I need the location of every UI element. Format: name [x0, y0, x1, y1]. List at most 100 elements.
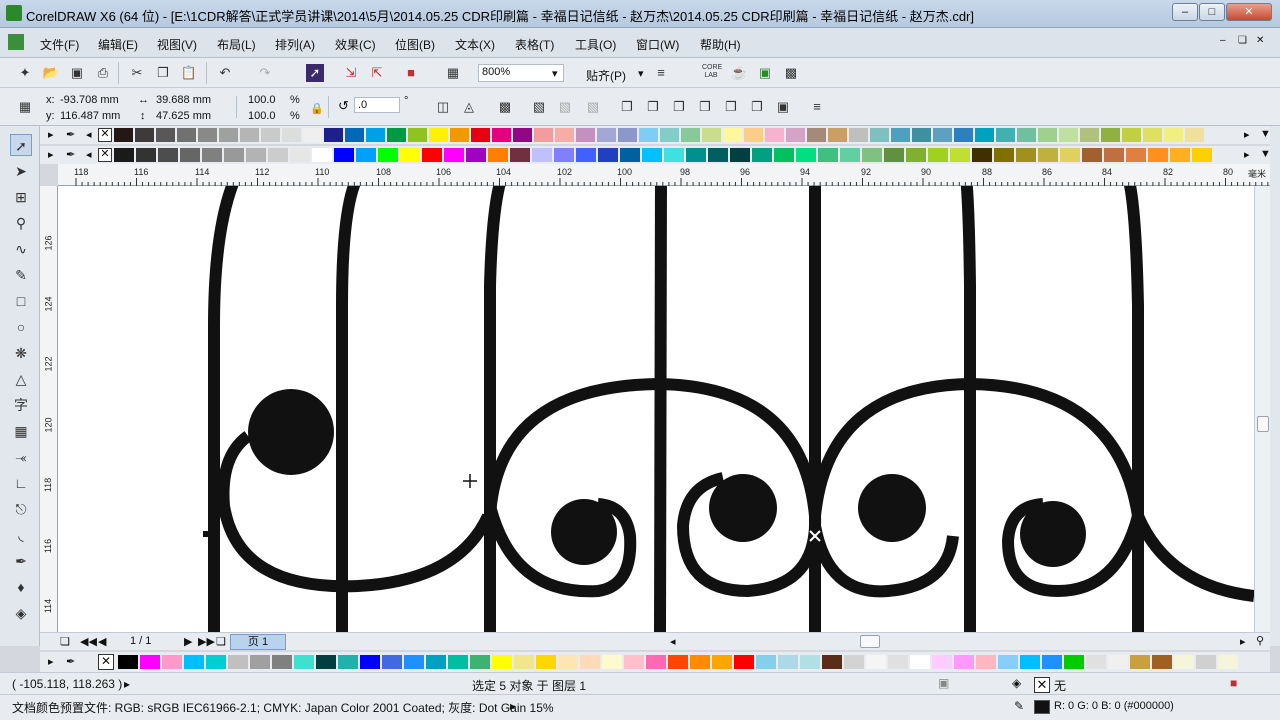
- connector-tool-icon[interactable]: ∟: [10, 472, 32, 494]
- color-swatch[interactable]: [639, 128, 659, 142]
- prev-page-icon[interactable]: ◀: [98, 635, 106, 648]
- color-swatch[interactable]: [387, 128, 407, 142]
- smart-fill-icon[interactable]: ✎: [10, 264, 32, 286]
- menu-text[interactable]: 文本(X): [455, 36, 495, 53]
- cut-icon[interactable]: ✂: [128, 64, 146, 82]
- color-swatch[interactable]: [219, 128, 239, 142]
- user-icon[interactable]: ■: [1230, 676, 1237, 690]
- menu-layout[interactable]: 布局(L): [217, 36, 256, 53]
- color-swatch[interactable]: [206, 655, 227, 669]
- color-swatch[interactable]: [114, 128, 134, 142]
- color-swatch[interactable]: [268, 148, 289, 162]
- color-swatch[interactable]: [1038, 148, 1059, 162]
- color-swatch[interactable]: [1080, 128, 1100, 142]
- color-swatch[interactable]: [1101, 128, 1121, 142]
- color-swatch[interactable]: [534, 128, 554, 142]
- color-swatch[interactable]: [620, 148, 641, 162]
- menu-window[interactable]: 窗口(W): [636, 36, 679, 53]
- color-swatch[interactable]: [1059, 128, 1079, 142]
- color-swatch[interactable]: [426, 655, 447, 669]
- color-swatch[interactable]: [514, 655, 535, 669]
- no-color-swatch[interactable]: ✕: [98, 128, 112, 142]
- horizontal-ruler[interactable]: 118 116 114 112 110 108 106 104 102 100 …: [58, 164, 1270, 186]
- color-swatch[interactable]: [324, 128, 344, 142]
- color-swatch[interactable]: [712, 655, 733, 669]
- document-icon[interactable]: [8, 34, 24, 50]
- shape-tool-icon[interactable]: ➤: [10, 160, 32, 182]
- color-swatch[interactable]: [870, 128, 890, 142]
- color-swatch[interactable]: [1196, 655, 1217, 669]
- color-swatch[interactable]: [972, 148, 993, 162]
- palette-scroll-left-icon[interactable]: ▸: [48, 148, 54, 161]
- simplify-icon[interactable]: ❐: [696, 98, 714, 116]
- color-swatch[interactable]: [492, 655, 513, 669]
- color-swatch[interactable]: [312, 148, 333, 162]
- color-swatch[interactable]: [756, 655, 777, 669]
- import-icon[interactable]: ⇲: [342, 64, 360, 82]
- color-swatch[interactable]: [730, 148, 751, 162]
- expand-icon[interactable]: ▸: [510, 699, 516, 713]
- pick-tool-icon[interactable]: ➚: [10, 134, 32, 156]
- expand-icon[interactable]: ▸: [124, 677, 130, 691]
- palette-scroll-left-icon[interactable]: ▸: [48, 128, 54, 141]
- color-swatch[interactable]: [954, 128, 974, 142]
- color-swatch[interactable]: [822, 655, 843, 669]
- menu-help[interactable]: 帮助(H): [700, 36, 741, 53]
- color-swatch[interactable]: [466, 148, 487, 162]
- ungroup-icon[interactable]: ▧: [530, 98, 548, 116]
- rectangle-tool-icon[interactable]: □: [10, 290, 32, 312]
- color-swatch[interactable]: [510, 148, 531, 162]
- page-tab[interactable]: 页 1: [230, 634, 286, 650]
- boundary-icon[interactable]: ▣: [774, 98, 792, 116]
- color-swatch[interactable]: [261, 128, 281, 142]
- color-swatch[interactable]: [1192, 148, 1213, 162]
- color-swatch[interactable]: [576, 148, 597, 162]
- color-swatch[interactable]: [366, 128, 386, 142]
- eyedropper-icon[interactable]: ✒: [66, 148, 75, 161]
- color-swatch[interactable]: [471, 128, 491, 142]
- last-page-icon[interactable]: ▶▶: [198, 635, 215, 648]
- color-swatch[interactable]: [555, 128, 575, 142]
- options-icon[interactable]: ≡: [652, 64, 670, 82]
- color-swatch[interactable]: [912, 128, 932, 142]
- menu-file[interactable]: 文件(F): [40, 36, 79, 53]
- color-swatch[interactable]: [744, 128, 764, 142]
- color-swatch[interactable]: [338, 655, 359, 669]
- color-swatch[interactable]: [932, 655, 953, 669]
- color-profile-info[interactable]: 文档颜色预置文件: RGB: sRGB IEC61966-2.1; CMYK: …: [12, 699, 554, 716]
- color-swatch[interactable]: [888, 655, 909, 669]
- color-swatch[interactable]: [228, 655, 249, 669]
- color-swatch[interactable]: [246, 148, 267, 162]
- color-swatch[interactable]: [998, 655, 1019, 669]
- eyedropper-icon[interactable]: ✒: [66, 128, 75, 141]
- snapshot-icon[interactable]: ▣: [938, 676, 949, 690]
- object-origin-icon[interactable]: ▦: [16, 98, 34, 116]
- color-swatch[interactable]: [250, 655, 271, 669]
- color-swatch[interactable]: [282, 128, 302, 142]
- color-swatch[interactable]: [158, 148, 179, 162]
- doc-close-button[interactable]: ✕: [1256, 35, 1264, 46]
- color-swatch[interactable]: [470, 655, 491, 669]
- qr-code-icon[interactable]: ▩: [782, 64, 800, 82]
- fill-none-swatch[interactable]: ✕: [1034, 677, 1050, 693]
- color-swatch[interactable]: [429, 128, 449, 142]
- trim-icon[interactable]: ❐: [644, 98, 662, 116]
- table-tool-icon[interactable]: ▦: [10, 420, 32, 442]
- color-swatch[interactable]: [1143, 128, 1163, 142]
- color-swatch[interactable]: [316, 655, 337, 669]
- color-swatch[interactable]: [558, 655, 579, 669]
- color-swatch[interactable]: [184, 655, 205, 669]
- color-swatch[interactable]: [334, 148, 355, 162]
- color-swatch[interactable]: [1130, 655, 1151, 669]
- color-swatch[interactable]: [1174, 655, 1195, 669]
- eyedropper-icon[interactable]: ✒: [66, 655, 75, 668]
- palette-expand-icon[interactable]: ▸: [1244, 128, 1250, 141]
- doc-minimize-button[interactable]: –: [1220, 35, 1226, 46]
- color-swatch[interactable]: [198, 128, 218, 142]
- text-tool-icon[interactable]: 字: [10, 394, 32, 416]
- color-swatch[interactable]: [382, 655, 403, 669]
- menu-effects[interactable]: 效果(C): [335, 36, 376, 53]
- ellipse-tool-icon[interactable]: ○: [10, 316, 32, 338]
- zoom-tool-icon[interactable]: ⚲: [10, 212, 32, 234]
- chevron-down-icon[interactable]: ▾: [638, 67, 644, 80]
